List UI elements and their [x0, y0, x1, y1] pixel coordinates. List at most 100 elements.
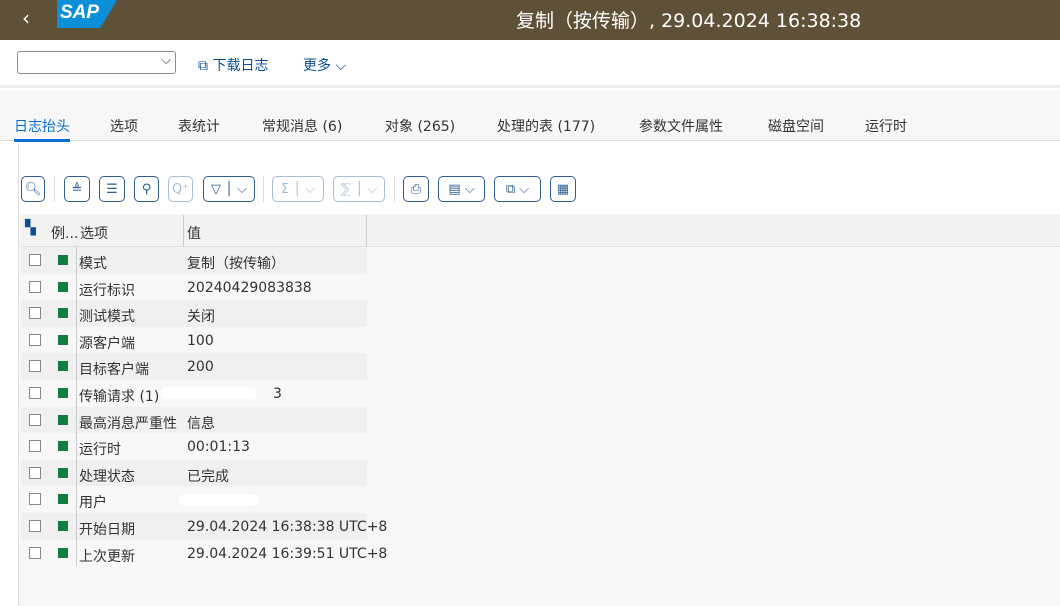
- table-row[interactable]: 传输请求 (1) 3: [21, 379, 367, 407]
- table-row[interactable]: 源客户端 100: [21, 326, 367, 354]
- row-checkbox[interactable]: [29, 280, 41, 293]
- export-icon: ⧉: [505, 181, 516, 197]
- find-button[interactable]: ⚲: [134, 176, 159, 202]
- status-green-icon: [58, 441, 68, 452]
- table-row[interactable]: 目标客户端 200: [21, 353, 367, 380]
- table-row[interactable]: 运行时 00:01:13: [21, 433, 367, 460]
- tab-options[interactable]: 选项: [110, 116, 138, 136]
- grid-header: ▚ 例... 选项 值: [21, 215, 1060, 247]
- more-button[interactable]: 更多 ⌵: [303, 55, 346, 75]
- option-cell: 运行时: [79, 442, 121, 459]
- status-green-icon: [58, 308, 68, 319]
- col-value[interactable]: 值: [187, 223, 201, 243]
- value-cell: 29.04.2024 16:39:51 UTC+8: [187, 545, 388, 562]
- chevron-down-icon: ⌵: [237, 181, 247, 197]
- status-green-icon: [58, 520, 68, 531]
- table-row[interactable]: 处理状态 已完成: [21, 459, 367, 487]
- sort-descending-icon: ☰: [106, 181, 118, 197]
- table-row[interactable]: 测试模式 关闭: [21, 300, 367, 327]
- chevron-down-icon: ⌵: [305, 181, 316, 197]
- tab-objects[interactable]: 对象 (265): [385, 116, 455, 136]
- search-plus-icon: Q⁺: [171, 181, 190, 197]
- value-cell: 已完成: [187, 468, 229, 485]
- layout-button[interactable]: ▦: [550, 176, 576, 202]
- chevron-down-icon: ⌵: [161, 53, 171, 68]
- value-cell: 3: [273, 385, 282, 402]
- tab-processed-tables[interactable]: 处理的表 (177): [497, 116, 595, 136]
- tab-profile-attributes[interactable]: 参数文件属性: [639, 116, 723, 136]
- option-cell: 模式: [79, 256, 107, 272]
- chevron-down-icon: ⌵: [367, 181, 378, 197]
- chevron-down-icon: ⌵: [464, 181, 475, 197]
- tab-disk-space[interactable]: 磁盘空间: [768, 116, 824, 136]
- download-label: 下载日志: [212, 58, 269, 74]
- row-checkbox[interactable]: [29, 333, 41, 346]
- grid-icon: ▦: [556, 181, 570, 197]
- option-cell: 上次更新: [79, 548, 135, 565]
- subtotal-icon: ⅀: [340, 181, 352, 197]
- row-checkbox[interactable]: [29, 254, 41, 266]
- download-log-button[interactable]: ⧉ 下载日志: [198, 55, 268, 75]
- find-next-button[interactable]: Q⁺: [168, 176, 193, 202]
- status-green-icon: [58, 467, 68, 478]
- details-button[interactable]: 🔍︎: [21, 176, 45, 202]
- tab-table-stats[interactable]: 表统计: [178, 116, 220, 136]
- subtotal-button[interactable]: ⅀ │ ⌵: [333, 176, 385, 202]
- status-green-icon: [58, 387, 68, 398]
- tab-messages[interactable]: 常规消息 (6): [262, 116, 342, 136]
- value-cell: 100: [187, 332, 214, 349]
- sum-button[interactable]: Σ │ ⌵: [272, 176, 324, 202]
- grid-body: 模式 复制（按传输） 运行标识 20240429083838 测试模式 关闭源客户端 100…: [21, 247, 1060, 567]
- print-button[interactable]: ⎙: [403, 176, 429, 202]
- printer-icon: ⎙: [410, 181, 422, 197]
- table-row[interactable]: 模式 复制（按传输）: [21, 247, 367, 274]
- table-row[interactable]: 运行标识 20240429083838: [21, 273, 367, 301]
- row-checkbox[interactable]: [29, 307, 41, 320]
- option-cell: 源客户端: [79, 335, 135, 352]
- table-row[interactable]: 用户: [21, 486, 367, 513]
- status-green-icon: [58, 334, 68, 345]
- log-header-grid: ▚ 例... 选项 值 模式 复制（按传输） 运行标识 20240429083838 测…: [21, 215, 1060, 567]
- row-checkbox[interactable]: [29, 493, 41, 506]
- value-cell: 复制（按传输）: [187, 256, 285, 272]
- tab-log-header[interactable]: 日志抬头: [14, 116, 70, 142]
- row-checkbox[interactable]: [29, 413, 41, 426]
- sort-ascending-icon: ≜: [71, 181, 83, 197]
- row-checkbox[interactable]: [29, 386, 41, 399]
- status-green-icon: [58, 361, 68, 372]
- option-cell: 开始日期: [79, 521, 135, 538]
- status-green-icon: [58, 281, 68, 292]
- tab-bar: 日志抬头 选项 表统计 常规消息 (6) 对象 (265) 处理的表 (177)…: [0, 91, 1060, 142]
- row-checkbox[interactable]: [29, 360, 41, 373]
- option-cell: 用户: [79, 495, 107, 512]
- row-checkbox[interactable]: [29, 546, 41, 559]
- select-all-icon[interactable]: ▚: [25, 220, 36, 236]
- export-button[interactable]: ⧉ ⌵: [494, 176, 541, 202]
- row-checkbox[interactable]: [29, 466, 41, 479]
- tab-runtime[interactable]: 运行时: [865, 116, 907, 136]
- filter-icon: ▽: [211, 181, 222, 197]
- sort-descending-button[interactable]: ☰: [99, 176, 125, 202]
- search-icon: ⚲: [141, 181, 152, 197]
- value-cell: 200: [187, 359, 214, 376]
- back-button[interactable]: ‹: [22, 6, 30, 30]
- view-icon: ▤: [448, 181, 461, 197]
- sort-ascending-button[interactable]: ≜: [64, 176, 90, 202]
- row-checkbox[interactable]: [29, 519, 41, 532]
- col-option[interactable]: 选项: [80, 223, 108, 243]
- option-cell: 目标客户端: [79, 362, 149, 379]
- redaction: [179, 494, 259, 507]
- table-row[interactable]: 最高消息严重性 信息: [21, 406, 367, 434]
- value-cell: 20240429083838: [187, 279, 312, 296]
- col-legend[interactable]: 例...: [51, 223, 78, 243]
- filter-button[interactable]: ▽ │ ⌵: [203, 176, 255, 202]
- table-row[interactable]: 开始日期 29.04.2024 16:38:38 UTC+8: [21, 512, 387, 540]
- variant-select[interactable]: ⌵: [17, 51, 176, 74]
- value-cell: 29.04.2024 16:38:38 UTC+8: [187, 518, 388, 535]
- table-row[interactable]: 上次更新 29.04.2024 16:39:51 UTC+8: [21, 539, 387, 567]
- page-title: 复制（按传输）, 29.04.2024 16:38:38: [516, 10, 862, 32]
- zoom-detail-icon: 🔍︎: [24, 181, 42, 197]
- sap-logo[interactable]: SAP: [57, 0, 117, 28]
- view-button[interactable]: ▤ ⌵: [438, 176, 485, 202]
- row-checkbox[interactable]: [29, 440, 41, 453]
